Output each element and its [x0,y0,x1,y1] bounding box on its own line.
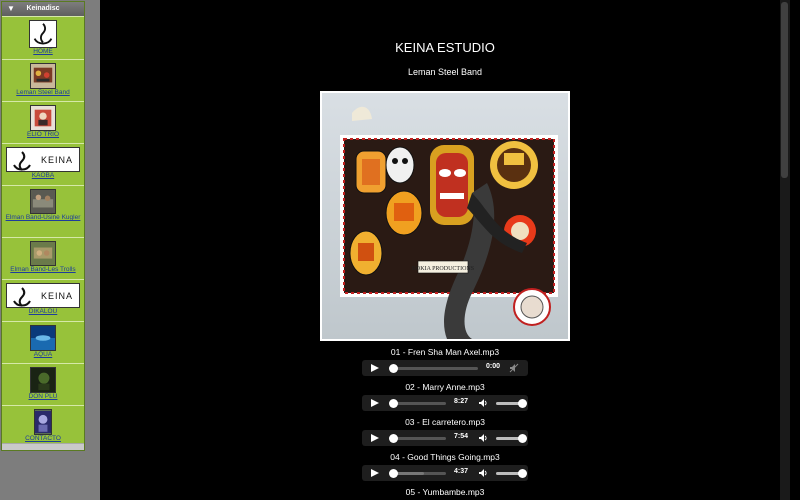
keina-logo-text: KEINA [41,155,74,165]
main-content: KEINA ESTUDIO Leman Steel Band ROKIA PRO… [100,0,790,500]
track-title: 02 - Marry Anne.mp3 [405,382,485,392]
play-icon[interactable] [371,469,379,477]
seek-bar[interactable] [390,472,446,475]
volume-handle[interactable] [518,399,527,408]
time-display: 8:27 [454,398,469,405]
album-cover-art: ROKIA PRODUCTIONS [322,93,568,339]
audio-player[interactable]: 7:54 [362,430,528,446]
sidebar-item-label[interactable]: AQUA [2,351,84,359]
track-title: 04 - Good Things Going.mp3 [390,452,500,462]
sidebar-item-kaoba[interactable]: KEINA KAOBA [2,143,84,185]
time-display: 0:00 [486,363,501,370]
track-title: 05 - Yumbambe.mp3 [405,487,485,497]
track-title: 01 - Fren Sha Man Axel.mp3 [390,347,500,357]
page-title: KEINA ESTUDIO [395,40,495,55]
volume-icon[interactable] [478,398,488,408]
sidebar-item-label[interactable]: KAOBA [2,172,84,180]
sidebar-footer [2,443,84,450]
sidebar-item-elman-usine-kugler[interactable]: Elman Band-Usine Kugler [2,185,84,237]
volume-icon[interactable] [478,468,488,478]
play-icon[interactable] [371,399,379,407]
volume-muted-icon[interactable] [509,363,519,373]
seek-bar[interactable] [390,367,478,370]
audio-player[interactable]: 8:27 [362,395,528,411]
sidebar-item-label[interactable]: Leman Steel Band [2,89,84,97]
audio-player[interactable]: 0:00 [362,360,528,376]
keina-logo-icon [13,287,31,307]
don-plu-thumbnail[interactable] [30,367,56,393]
play-icon[interactable] [371,434,379,442]
sidebar-header[interactable]: ▼ Keinadisc [2,2,84,16]
scrollbar-thumb[interactable] [781,2,788,178]
sidebar-item-dikalou[interactable]: KEINA DIKALOU [2,279,84,321]
seek-handle[interactable] [389,399,398,408]
keina-logo-text: KEINA [41,291,74,301]
volume-icon[interactable] [478,433,488,443]
sidebar-item-elio-trio[interactable]: ELIO TRIO [2,101,84,143]
leman-steel-band-thumbnail[interactable] [30,63,56,89]
keina-logo-icon[interactable] [29,20,57,48]
elio-trio-thumbnail[interactable] [30,105,56,131]
keina-logo-icon [13,151,31,171]
sidebar-item-home[interactable]: HOME [2,16,84,59]
seek-bar[interactable] [390,437,446,440]
elman-usine-thumbnail[interactable] [30,189,56,214]
volume-handle[interactable] [518,434,527,443]
sidebar-item-elman-les-trolls[interactable]: Elman Band-Les Trolls [2,237,84,279]
seek-bar[interactable] [390,402,446,405]
sidebar-item-label[interactable]: HOME [2,48,84,56]
sidebar-item-leman-steel-band[interactable]: Leman Steel Band [2,59,84,101]
kaoba-keina-logo[interactable]: KEINA [6,147,80,172]
cover-label-text: ROKIA PRODUCTIONS [412,266,474,272]
sidebar-item-label[interactable]: Elman Band-Usine Kugler [2,214,84,222]
elman-trolls-thumbnail[interactable] [30,241,56,266]
sidebar-item-aqua[interactable]: AQUA [2,321,84,363]
time-display: 4:37 [454,468,469,475]
play-icon[interactable] [371,364,379,372]
album-cover-image: ROKIA PRODUCTIONS [320,91,570,341]
sidebar-title: Keinadisc [26,5,60,12]
seek-handle[interactable] [389,434,398,443]
sidebar-item-label[interactable]: ELIO TRIO [2,131,84,139]
sidebar-item-don-plu[interactable]: DON PLU [2,363,84,405]
album-title: Leman Steel Band [407,67,483,77]
contacto-thumbnail[interactable] [34,409,52,435]
sidebar-item-label[interactable]: DIKALOU [2,308,84,316]
dikalou-keina-logo[interactable]: KEINA [6,283,80,308]
vertical-scrollbar[interactable] [780,0,790,500]
sidebar-menu: ▼ Keinadisc HOME Leman Steel Band ELIO T… [1,1,85,451]
audio-player[interactable]: 4:37 [362,465,528,481]
seek-handle[interactable] [389,469,398,478]
seek-handle[interactable] [389,364,398,373]
sidebar-item-label[interactable]: Elman Band-Les Trolls [2,266,84,274]
track-title: 03 - El carretero.mp3 [405,417,485,427]
time-display: 7:54 [454,433,469,440]
volume-slider[interactable] [496,402,520,405]
aqua-thumbnail[interactable] [30,325,56,351]
volume-handle[interactable] [518,469,527,478]
volume-slider[interactable] [496,437,520,440]
sidebar-item-contacto[interactable]: CONTACTO [2,405,84,447]
volume-slider[interactable] [496,472,520,475]
sidebar-item-label[interactable]: DON PLU [2,393,84,401]
sidebar-item-label[interactable]: CONTACTO [2,435,84,443]
